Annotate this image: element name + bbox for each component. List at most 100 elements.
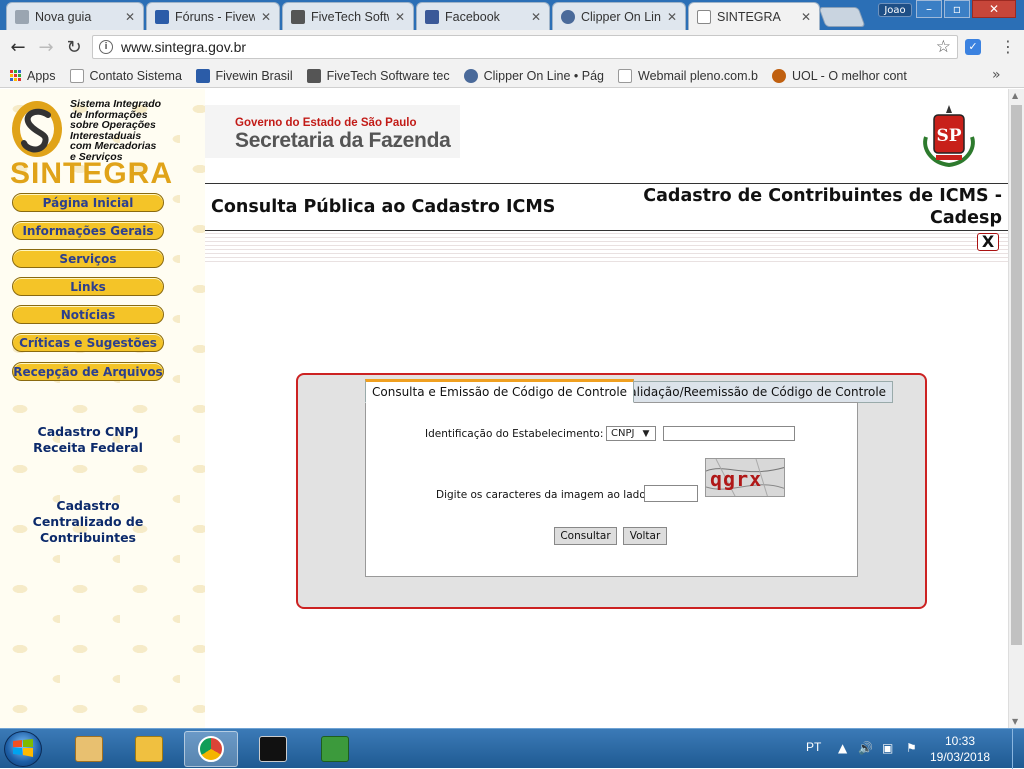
menu-informacoes-gerais[interactable]: Informações Gerais bbox=[12, 221, 164, 240]
taskbar-chrome[interactable] bbox=[184, 731, 238, 767]
cnpj-input[interactable] bbox=[663, 426, 795, 441]
menu-criticas-sugestoes[interactable]: Críticas e Sugestões bbox=[12, 333, 164, 352]
sp-crest-icon: SP bbox=[923, 105, 975, 168]
captcha-input[interactable] bbox=[644, 485, 698, 502]
taskbar-notepad[interactable] bbox=[308, 731, 362, 767]
show-desktop-button[interactable] bbox=[1012, 729, 1024, 769]
more-bookmarks-icon[interactable]: » bbox=[992, 67, 1001, 83]
crest-letters: SP bbox=[936, 126, 961, 146]
window-close-button[interactable]: ✕ bbox=[972, 0, 1016, 18]
bookmark-item[interactable]: FiveTech Software tec bbox=[306, 68, 450, 83]
consulta-panel: Consulta e Emissão de Código de Controle… bbox=[296, 373, 927, 609]
browser-tab-strip: Nova guia ✕ Fóruns - Fivewin ✕ FiveTech … bbox=[0, 0, 1024, 30]
bookmarks-bar: Apps Contato Sistemas Fivewin Brasil Fiv… bbox=[0, 64, 1024, 88]
close-icon[interactable]: ✕ bbox=[261, 10, 271, 24]
extension-check-icon[interactable]: ✓ bbox=[965, 39, 981, 55]
bookmark-item[interactable]: Fivewin Brasil bbox=[195, 68, 293, 83]
menu-servicos[interactable]: Serviços bbox=[12, 249, 164, 268]
bookmark-item[interactable]: Clipper On Line • Pág bbox=[463, 68, 604, 83]
facebook-icon bbox=[425, 9, 439, 24]
browser-tab[interactable]: FiveTech Software ✕ bbox=[282, 2, 414, 30]
tab-title: Fóruns - Fivewin bbox=[175, 9, 255, 24]
browser-tab[interactable]: Fóruns - Fivewin ✕ bbox=[146, 2, 280, 30]
windows-logo-icon bbox=[13, 739, 33, 757]
close-icon[interactable]: ✕ bbox=[667, 10, 677, 24]
maximize-button[interactable]: ▫ bbox=[944, 0, 970, 18]
header-divider bbox=[205, 230, 1008, 231]
voltar-button[interactable]: Voltar bbox=[623, 527, 667, 545]
menu-noticias[interactable]: Notícias bbox=[12, 305, 164, 324]
secretaria-name: Secretaria da Fazenda bbox=[235, 129, 451, 152]
link-line: Contribuintes bbox=[39, 530, 136, 545]
ident-type-value: CNPJ bbox=[611, 428, 635, 439]
link-cadastro-cnpj[interactable]: Cadastro CNPJ Receita Federal bbox=[0, 424, 176, 456]
page-title: Consulta Pública ao Cadastro ICMS bbox=[211, 197, 556, 217]
close-icon[interactable]: ✕ bbox=[531, 10, 541, 24]
chevron-down-icon: ▼ bbox=[642, 428, 650, 439]
windows-taskbar: PT ▲ 🔊 ▣ ⚑ 10:33 19/03/2018 bbox=[0, 728, 1024, 769]
clock-date: 19/03/2018 bbox=[930, 750, 991, 764]
page-scrollbar[interactable]: ▲ ▼ bbox=[1008, 89, 1024, 728]
clipper-icon bbox=[463, 68, 478, 83]
browser-menu-icon[interactable]: ⋮ bbox=[1000, 39, 1016, 55]
scroll-up-icon[interactable]: ▲ bbox=[1012, 91, 1018, 100]
bookmark-star-icon[interactable]: ☆ bbox=[936, 37, 951, 57]
reload-icon[interactable]: ↻ bbox=[64, 37, 84, 58]
minimize-button[interactable]: – bbox=[916, 0, 942, 18]
new-tab-button[interactable] bbox=[818, 7, 866, 27]
consultar-button[interactable]: Consultar bbox=[554, 527, 617, 545]
captcha-text: qgrx bbox=[710, 467, 763, 491]
notepad-icon bbox=[321, 736, 349, 762]
tab-title: SINTEGRA bbox=[717, 9, 781, 24]
scroll-down-icon[interactable]: ▼ bbox=[1012, 717, 1018, 726]
user-profile-badge[interactable]: Joao bbox=[878, 3, 912, 17]
url-text[interactable]: www.sintegra.gov.br bbox=[121, 39, 246, 55]
network-icon[interactable]: ▣ bbox=[882, 741, 893, 755]
consulta-form: Identificação do Estabelecimento: CNPJ ▼… bbox=[365, 402, 858, 577]
page-icon bbox=[69, 68, 84, 83]
bookmark-item[interactable]: UOL - O melhor cont bbox=[771, 68, 907, 83]
cadesp-title-line: Cadesp bbox=[930, 208, 1002, 228]
menu-recepcao-arquivos[interactable]: Recepção de Arquivos bbox=[12, 362, 164, 381]
language-indicator[interactable]: PT bbox=[806, 740, 821, 754]
tab-title: Facebook bbox=[445, 9, 500, 24]
close-icon[interactable]: ✕ bbox=[125, 10, 135, 24]
volume-icon[interactable]: 🔊 bbox=[858, 741, 873, 755]
tab-consulta-emissao[interactable]: Consulta e Emissão de Código de Controle bbox=[365, 379, 635, 403]
bookmark-item[interactable]: Contato Sistemas bbox=[69, 68, 182, 83]
browser-tab[interactable]: Clipper On Line ✕ bbox=[552, 2, 686, 30]
tray-expand-icon[interactable]: ▲ bbox=[838, 741, 847, 755]
header-stripes bbox=[205, 233, 1008, 265]
action-center-flag-icon[interactable]: ⚑ bbox=[906, 741, 917, 755]
uol-icon bbox=[771, 68, 786, 83]
menu-pagina-inicial[interactable]: Página Inicial bbox=[12, 193, 164, 212]
address-bar[interactable]: i www.sintegra.gov.br ☆ bbox=[92, 35, 958, 59]
browser-tab-active[interactable]: SINTEGRA ✕ bbox=[688, 2, 820, 30]
browser-tab[interactable]: Facebook ✕ bbox=[416, 2, 550, 30]
explorer-icon bbox=[135, 736, 163, 762]
cadesp-title-line: Cadastro de Contribuintes de ICMS - bbox=[643, 186, 1002, 206]
page-icon bbox=[697, 9, 711, 24]
taskbar-cmd[interactable] bbox=[246, 731, 300, 767]
browser-tab[interactable]: Nova guia ✕ bbox=[6, 2, 144, 30]
tab-validacao-reemissao[interactable]: Validação/Reemissão de Código de Control… bbox=[615, 381, 894, 403]
sintegra-wordmark: SINTEGRA bbox=[10, 157, 174, 190]
scroll-thumb[interactable] bbox=[1011, 105, 1022, 645]
bookmark-label: FiveTech Software tec bbox=[326, 68, 450, 83]
bookmark-label: Webmail pleno.com.b bbox=[638, 68, 758, 83]
link-cadastro-centralizado[interactable]: Cadastro Centralizado de Contribuintes bbox=[0, 498, 176, 546]
taskbar-clock[interactable]: 10:33 19/03/2018 bbox=[930, 733, 990, 765]
info-icon[interactable]: i bbox=[99, 40, 113, 54]
ident-type-select[interactable]: CNPJ ▼ bbox=[606, 426, 656, 441]
forward-arrow-icon[interactable]: → bbox=[36, 37, 56, 58]
taskbar-outlook[interactable] bbox=[62, 731, 116, 767]
back-arrow-icon[interactable]: ← bbox=[8, 37, 28, 58]
close-page-button[interactable]: X bbox=[977, 233, 999, 251]
close-icon[interactable]: ✕ bbox=[801, 10, 811, 24]
tab-title: Nova guia bbox=[35, 9, 92, 24]
menu-links[interactable]: Links bbox=[12, 277, 164, 296]
close-icon[interactable]: ✕ bbox=[395, 10, 405, 24]
bookmark-apps[interactable]: Apps bbox=[10, 69, 56, 83]
bookmark-item[interactable]: Webmail pleno.com.b bbox=[618, 68, 758, 83]
taskbar-explorer[interactable] bbox=[122, 731, 176, 767]
